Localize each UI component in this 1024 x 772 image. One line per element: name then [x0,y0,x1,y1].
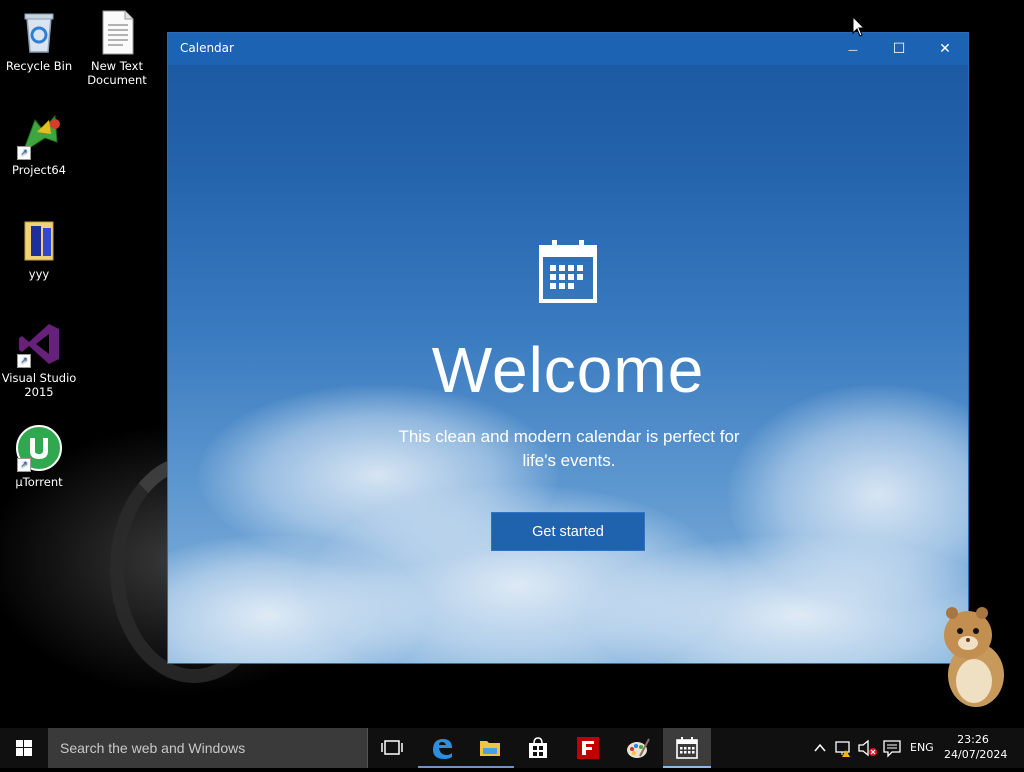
desktop-icon-visual-studio[interactable]: ↗ Visual Studio 2015 [0,320,78,399]
windows-logo-icon [16,740,32,756]
taskbar-edge[interactable] [418,728,466,768]
folder-icon [480,741,500,756]
welcome-tagline: This clean and modern calendar is perfec… [398,427,740,470]
recycle-bin-icon [15,8,63,56]
taskbar-filezilla[interactable] [564,728,612,768]
desktop-icon-yyy[interactable]: yyy [0,216,78,281]
taskbar-task-view[interactable] [368,728,416,768]
desktop-icon-label: Recycle Bin [5,59,73,73]
close-icon: ✕ [939,41,951,57]
text-document-icon [93,8,141,56]
task-view-icon [381,740,403,755]
volume-tray-button[interactable] [856,728,880,768]
maximize-icon: ☐ [892,41,906,57]
desktop-icon-label: µTorrent [15,475,63,489]
mouse-cursor-icon [852,15,866,38]
shortcut-arrow-icon: ↗ [17,146,31,160]
desktop-icon-utorrent[interactable]: ↗ µTorrent [0,424,78,489]
notification-icon [883,740,901,758]
network-warning-icon [835,741,850,757]
desktop-icon-project64[interactable]: ↗ Project64 [0,112,78,177]
paint-icon [627,738,650,758]
maximize-button[interactable]: ☐ [876,33,922,65]
edge-icon [433,739,452,759]
desktop-icon-label: Visual Studio 2015 [1,371,77,399]
window-titlebar[interactable]: Calendar — ☐ ✕ [168,33,968,65]
utorrent-icon: ↗ [15,424,63,472]
taskbar-paint[interactable] [614,728,662,768]
taskbar-store[interactable] [514,728,562,768]
desktop-icon-new-text-document[interactable]: New Text Document [78,8,156,87]
get-started-button[interactable]: Get started [491,512,645,551]
welcome-panel: Welcome This clean and modern calendar i… [168,65,968,663]
desktop-icon-label: New Text Document [87,59,147,87]
action-center-button[interactable] [880,728,904,768]
clock-time[interactable]: 23:26 [950,733,996,746]
network-tray-button[interactable] [832,728,856,768]
start-button[interactable] [0,728,48,768]
search-input[interactable]: Search the web and Windows [48,728,368,768]
visual-studio-icon: ↗ [15,320,63,368]
shortcut-arrow-icon: ↗ [17,458,31,472]
project64-icon: ↗ [15,112,63,160]
calendar-icon [676,737,698,759]
calendar-window: Calendar — ☐ ✕ Welcome This clean and mo… [167,32,969,664]
folder-icon [15,216,63,264]
desktop-icon-label: yyy [28,267,50,281]
clock-date[interactable]: 24/07/2024 [944,748,1007,761]
taskbar: Search the web and Windows ENG 23:26 24/… [0,728,1024,768]
taskbar-file-explorer[interactable] [466,728,514,768]
hamster-desktop-pet-icon[interactable] [938,605,1008,709]
search-placeholder: Search the web and Windows [60,740,246,756]
shortcut-arrow-icon: ↗ [17,354,31,368]
desktop-icon-recycle-bin[interactable]: Recycle Bin [0,8,78,73]
filezilla-icon [577,737,599,759]
show-hidden-icons-button[interactable] [810,728,830,768]
window-title: Calendar [180,41,234,55]
minimize-icon: — [848,45,858,56]
volume-muted-icon [858,739,877,757]
close-button[interactable]: ✕ [922,33,968,65]
chevron-up-icon [814,743,826,752]
taskbar-calendar[interactable] [663,728,711,768]
welcome-heading: Welcome [431,334,705,406]
language-indicator[interactable]: ENG [910,741,934,754]
calendar-icon [538,237,598,303]
desktop-icon-label: Project64 [12,163,66,177]
store-icon [529,737,547,758]
